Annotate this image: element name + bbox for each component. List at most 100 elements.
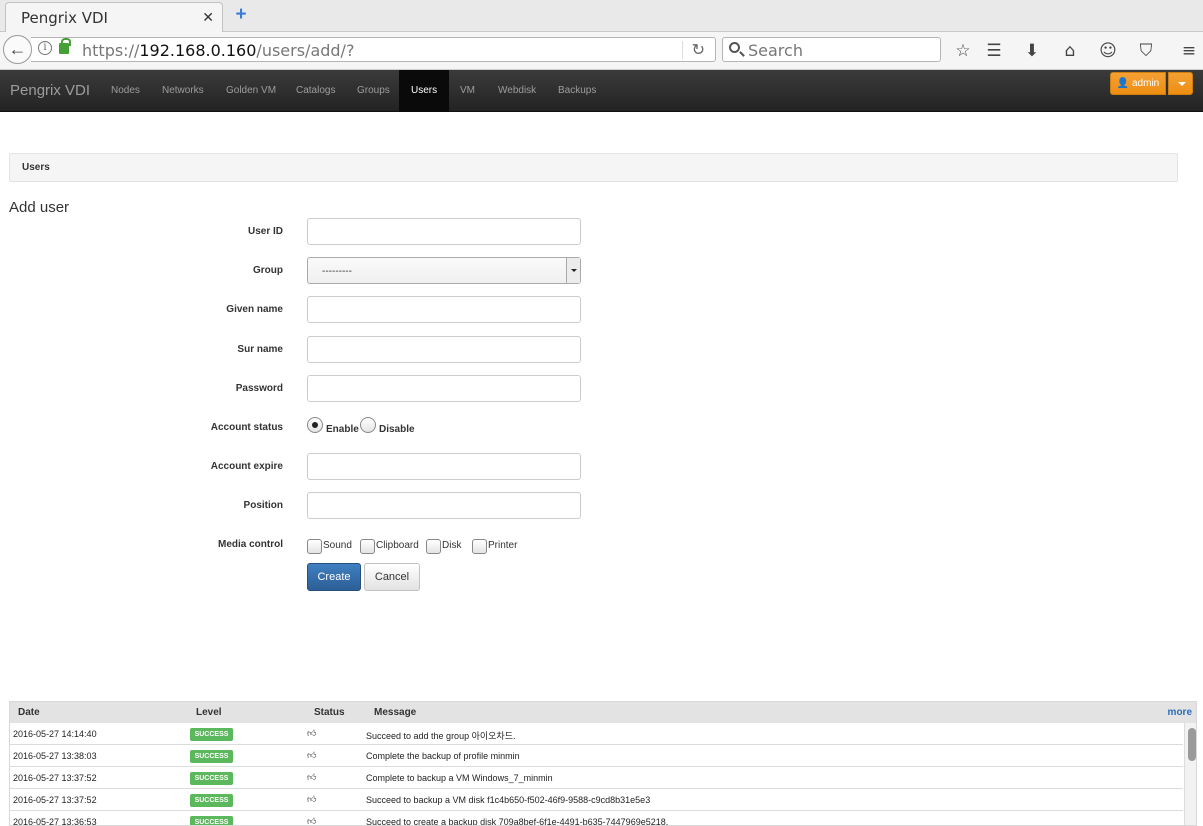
- user-id-label: User ID: [247, 226, 283, 237]
- url-separator: [682, 41, 683, 59]
- smiley-icon[interactable]: ☺: [1097, 40, 1119, 62]
- log-date: 2016-05-27 13:37:52: [13, 795, 97, 805]
- success-badge: SUCCESS: [190, 794, 233, 807]
- log-table: Date Level Status Message more 2016-05-2…: [9, 701, 1197, 826]
- log-message: Complete to backup a VM Windows_7_minmin: [366, 773, 553, 783]
- nav-networks[interactable]: Networks: [150, 70, 216, 112]
- search-input[interactable]: Search: [722, 37, 941, 62]
- password-input[interactable]: [307, 375, 581, 402]
- log-row: 2016-05-27 13:38:03 SUCCESS 👍︎ Complete …: [10, 745, 1183, 767]
- log-date: 2016-05-27 13:38:03: [13, 751, 97, 761]
- browser-tab[interactable]: Pengrix VDI ✕: [5, 2, 223, 33]
- given-name-input[interactable]: [307, 296, 581, 323]
- app-navbar: Pengrix VDI Nodes Networks Golden VM Cat…: [0, 70, 1203, 112]
- page-title: Add user: [9, 199, 70, 216]
- account-expire-label: Account expire: [210, 461, 283, 472]
- media-clipboard-label[interactable]: Clipboard: [376, 540, 419, 551]
- log-scrollbar[interactable]: [1184, 723, 1196, 825]
- pocket-icon[interactable]: ⛉: [1135, 40, 1157, 62]
- password-label: Password: [235, 383, 283, 394]
- search-placeholder: Search: [748, 41, 803, 60]
- log-date: 2016-05-27 14:14:40: [13, 729, 97, 739]
- nav-webdisk[interactable]: Webdisk: [486, 70, 548, 112]
- chevron-down-icon[interactable]: [566, 258, 580, 283]
- success-badge: SUCCESS: [190, 772, 233, 785]
- user-id-input[interactable]: [307, 218, 581, 245]
- media-printer-checkbox[interactable]: [472, 539, 487, 554]
- thumbs-up-icon: 👍︎: [307, 751, 317, 761]
- nav-vm[interactable]: VM: [448, 70, 487, 112]
- log-row: 2016-05-27 13:37:52 SUCCESS 👍︎ Succeed t…: [10, 789, 1183, 811]
- browser-tab-bar: Pengrix VDI ✕ +: [0, 0, 1203, 33]
- nav-groups[interactable]: Groups: [345, 70, 402, 112]
- nav-nodes[interactable]: Nodes: [99, 70, 152, 112]
- nav-backups[interactable]: Backups: [546, 70, 608, 112]
- success-badge: SUCCESS: [190, 816, 233, 825]
- sur-name-input[interactable]: [307, 336, 581, 363]
- media-sound-checkbox[interactable]: [307, 539, 322, 554]
- group-select-value: ---------: [322, 266, 352, 277]
- media-printer-label[interactable]: Printer: [488, 540, 517, 551]
- tab-title: Pengrix VDI: [21, 9, 108, 27]
- thumbs-up-icon: 👍︎: [307, 729, 317, 739]
- media-sound-label[interactable]: Sound: [323, 540, 352, 551]
- log-header-message: Message: [374, 707, 417, 718]
- bookmark-star-icon[interactable]: ☆: [952, 40, 974, 62]
- account-status-label: Account status: [210, 422, 283, 433]
- media-disk-checkbox[interactable]: [426, 539, 441, 554]
- given-name-label: Given name: [226, 304, 283, 315]
- log-header-status: Status: [314, 707, 345, 718]
- media-disk-label[interactable]: Disk: [442, 540, 461, 551]
- log-scrollbar-thumb[interactable]: [1188, 728, 1196, 761]
- group-select[interactable]: ---------: [307, 257, 581, 284]
- admin-button[interactable]: 👤 admin: [1110, 72, 1166, 95]
- info-icon[interactable]: i: [38, 41, 52, 55]
- log-row: 2016-05-27 13:36:53 SUCCESS 👍︎ Succeed t…: [10, 811, 1183, 826]
- thumbs-up-icon: 👍︎: [307, 773, 317, 783]
- menu-icon[interactable]: ≡: [1178, 40, 1200, 62]
- thumbs-up-icon: 👍︎: [307, 817, 317, 826]
- close-tab-icon[interactable]: ✕: [202, 9, 214, 26]
- log-more-link[interactable]: more: [1168, 707, 1192, 718]
- new-tab-icon[interactable]: +: [231, 5, 251, 25]
- home-icon[interactable]: ⌂: [1059, 40, 1081, 62]
- status-enable-label[interactable]: Enable: [326, 424, 359, 435]
- breadcrumb: Users: [9, 153, 1178, 182]
- log-header-date: Date: [18, 707, 40, 718]
- group-label: Group: [253, 265, 283, 276]
- status-enable-radio[interactable]: [307, 417, 323, 433]
- log-date: 2016-05-27 13:36:53: [13, 817, 97, 826]
- create-button[interactable]: Create: [307, 563, 361, 591]
- download-icon[interactable]: ⬇: [1021, 40, 1043, 62]
- media-clipboard-checkbox[interactable]: [360, 539, 375, 554]
- log-row: 2016-05-27 13:37:52 SUCCESS 👍︎ Complete …: [10, 767, 1183, 789]
- log-header-level: Level: [196, 707, 222, 718]
- success-badge: SUCCESS: [190, 750, 233, 763]
- admin-label: admin: [1131, 78, 1160, 89]
- log-table-header: Date Level Status Message more: [10, 702, 1196, 723]
- nav-golden-vm[interactable]: Golden VM: [214, 70, 288, 112]
- back-icon[interactable]: ←: [3, 35, 32, 64]
- search-icon: [729, 42, 740, 53]
- position-input[interactable]: [307, 492, 581, 519]
- cancel-button[interactable]: Cancel: [364, 563, 420, 591]
- admin-dropdown-toggle[interactable]: [1168, 72, 1193, 95]
- status-disable-radio[interactable]: [360, 417, 376, 433]
- status-disable-label[interactable]: Disable: [379, 424, 415, 435]
- log-message: Succeed to create a backup disk 709a8bef…: [366, 817, 669, 826]
- url-text[interactable]: https://192.168.0.160/users/add/?: [82, 41, 354, 60]
- breadcrumb-users[interactable]: Users: [22, 162, 50, 173]
- app-brand[interactable]: Pengrix VDI: [10, 82, 90, 99]
- log-message: Complete the backup of profile minmin: [366, 751, 520, 761]
- log-message: Succeed to backup a VM disk f1c4b650-f50…: [366, 795, 651, 805]
- reload-icon[interactable]: ↻: [692, 40, 705, 60]
- account-expire-input[interactable]: [307, 453, 581, 480]
- log-message: Succeed to add the group 아이오차드.: [366, 731, 516, 741]
- nav-users[interactable]: Users: [399, 70, 450, 112]
- success-badge: SUCCESS: [190, 728, 233, 741]
- lock-icon[interactable]: [59, 38, 71, 54]
- nav-catalogs[interactable]: Catalogs: [284, 70, 347, 112]
- url-bar[interactable]: i https://192.168.0.160/users/add/? ↻: [31, 37, 716, 62]
- reading-list-icon[interactable]: ☰: [983, 40, 1005, 62]
- browser-toolbar: i https://192.168.0.160/users/add/? ↻ ← …: [0, 32, 1203, 70]
